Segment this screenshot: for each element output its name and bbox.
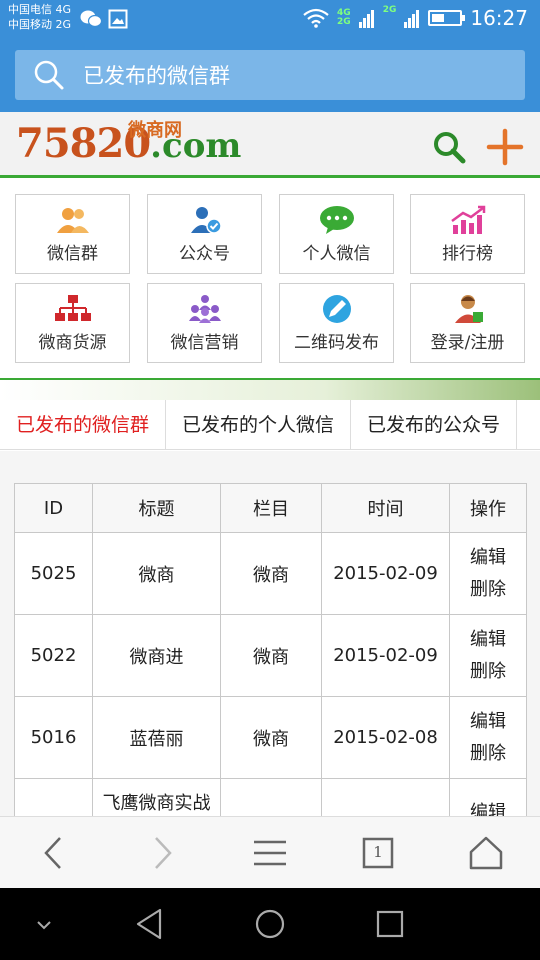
user-login-icon bbox=[454, 295, 483, 323]
forward-icon[interactable] bbox=[144, 835, 180, 871]
delete-link[interactable]: 删除 bbox=[450, 656, 526, 688]
network-badge: 4G 2G bbox=[337, 8, 351, 27]
cell-time bbox=[321, 778, 450, 816]
pen-icon bbox=[322, 295, 351, 323]
header-time: 时间 bbox=[321, 483, 450, 533]
group-icon bbox=[56, 208, 89, 233]
tab-wechat-groups[interactable]: 已发布的微信群 bbox=[0, 400, 167, 450]
header-title: 标题 bbox=[92, 483, 221, 533]
wechat-icon bbox=[80, 10, 102, 28]
tab-personal-wechat[interactable]: 已发布的个人微信 bbox=[166, 400, 352, 450]
header-id: ID bbox=[14, 483, 93, 533]
cell-title: 蓝蓓丽 bbox=[92, 696, 221, 779]
table-row: 5025 微商 微商 2015-02-09 编辑 删除 bbox=[14, 532, 527, 615]
cell-actions: 编辑 删除 bbox=[449, 532, 527, 615]
site-header: 75820.com 微商网 bbox=[0, 112, 540, 178]
add-icon[interactable] bbox=[486, 128, 524, 166]
signal-icon-2 bbox=[404, 10, 420, 28]
tile-wechat-groups[interactable]: 微信群 bbox=[15, 194, 130, 274]
tabs-button[interactable]: 1 bbox=[360, 835, 396, 871]
browser-toolbar: 1 bbox=[0, 816, 540, 888]
divider-band bbox=[0, 378, 540, 400]
table-header-row: ID 标题 栏目 时间 操作 bbox=[14, 483, 527, 533]
cell-actions: 编辑 删除 bbox=[449, 614, 527, 697]
network-badge-2g: 2G bbox=[382, 5, 397, 15]
cell-category bbox=[220, 778, 322, 816]
cell-title: 飞鹰微商实战 bbox=[92, 778, 221, 816]
cell-id: 5025 bbox=[14, 532, 93, 615]
tab-bar: 已发布的微信群 已发布的个人微信 已发布的公众号 bbox=[0, 400, 540, 450]
battery-icon bbox=[428, 10, 466, 26]
site-search-icon[interactable] bbox=[432, 130, 466, 164]
search-text: 已发布的微信群 bbox=[83, 64, 230, 88]
tile-login-register[interactable]: 登录/注册 bbox=[410, 283, 525, 363]
image-icon bbox=[108, 9, 128, 29]
edit-link[interactable]: 编辑 bbox=[450, 624, 526, 656]
tab-official-accounts[interactable]: 已发布的公众号 bbox=[351, 400, 518, 450]
system-back-icon[interactable] bbox=[132, 906, 168, 942]
chevron-down-icon[interactable] bbox=[26, 906, 62, 942]
recent-apps-icon[interactable] bbox=[372, 906, 408, 942]
published-table: ID 标题 栏目 时间 操作 5025 微商 微商 2015-02-09 编辑 … bbox=[14, 483, 527, 816]
clock: 16:27 bbox=[470, 6, 528, 30]
tile-supply[interactable]: 微商货源 bbox=[15, 283, 130, 363]
table-row: 5016 蓝蓓丽 微商 2015-02-08 编辑 删除 bbox=[14, 696, 527, 779]
ranking-chart-icon bbox=[450, 205, 485, 234]
back-icon[interactable] bbox=[36, 835, 72, 871]
search-icon bbox=[34, 60, 64, 90]
tile-marketing[interactable]: 微信营销 bbox=[147, 283, 262, 363]
status-bar: 中国电信 4G 中国移动 2G 4G 2G 2G 16:27 bbox=[0, 0, 540, 38]
edit-link[interactable]: 编辑 bbox=[450, 542, 526, 574]
search-bar[interactable]: 已发布的微信群 bbox=[15, 50, 525, 100]
cell-category: 微商 bbox=[220, 532, 322, 615]
system-home-icon[interactable] bbox=[252, 906, 288, 942]
cell-title: 微商进 bbox=[92, 614, 221, 697]
cell-actions: 编辑 删除 bbox=[449, 696, 527, 779]
system-nav-bar bbox=[0, 888, 540, 960]
delete-link[interactable]: 删除 bbox=[450, 574, 526, 606]
official-account-icon bbox=[190, 207, 222, 234]
cell-id bbox=[14, 778, 93, 816]
signal-icon bbox=[358, 10, 374, 28]
cell-id: 5016 bbox=[14, 696, 93, 779]
tab-count: 1 bbox=[373, 843, 383, 861]
logo-chinese: 微商网 bbox=[128, 120, 182, 141]
cell-id: 5022 bbox=[14, 614, 93, 697]
marketing-people-icon bbox=[188, 295, 221, 323]
browser-address-area: 已发布的微信群 bbox=[0, 38, 540, 112]
wifi-icon bbox=[303, 8, 329, 28]
cell-title: 微商 bbox=[92, 532, 221, 615]
cell-actions: 编辑 bbox=[449, 778, 527, 816]
home-icon[interactable] bbox=[468, 835, 504, 871]
carrier-1: 中国电信 4G bbox=[8, 3, 72, 16]
edit-link[interactable]: 编辑 bbox=[450, 797, 526, 816]
cell-time: 2015-02-08 bbox=[321, 696, 450, 779]
edit-link[interactable]: 编辑 bbox=[450, 706, 526, 738]
supply-tree-icon bbox=[54, 295, 91, 321]
delete-link[interactable]: 删除 bbox=[450, 738, 526, 770]
cell-time: 2015-02-09 bbox=[321, 614, 450, 697]
carrier-2: 中国移动 2G bbox=[8, 18, 72, 31]
cell-category: 微商 bbox=[220, 696, 322, 779]
cell-category: 微商 bbox=[220, 614, 322, 697]
site-logo[interactable]: 75820.com 微商网 bbox=[16, 120, 241, 172]
carrier-info: 中国电信 4G 中国移动 2G bbox=[8, 2, 71, 32]
tile-qrcode-publish[interactable]: 二维码发布 bbox=[279, 283, 394, 363]
menu-icon[interactable] bbox=[252, 835, 288, 871]
web-page: 75820.com 微商网 微信群 公众号 个人微信 排行榜 微商货源 微信营销… bbox=[0, 112, 540, 816]
tile-official-accounts[interactable]: 公众号 bbox=[147, 194, 262, 274]
table-row: 飞鹰微商实战 编辑 bbox=[14, 778, 527, 816]
header-category: 栏目 bbox=[220, 483, 322, 533]
header-actions: 操作 bbox=[449, 483, 527, 533]
cell-time: 2015-02-09 bbox=[321, 532, 450, 615]
table-row: 5022 微商进 微商 2015-02-09 编辑 删除 bbox=[14, 614, 527, 697]
chat-bubble-icon bbox=[319, 206, 354, 234]
tile-personal-wechat[interactable]: 个人微信 bbox=[279, 194, 394, 274]
tile-ranking[interactable]: 排行榜 bbox=[410, 194, 525, 274]
